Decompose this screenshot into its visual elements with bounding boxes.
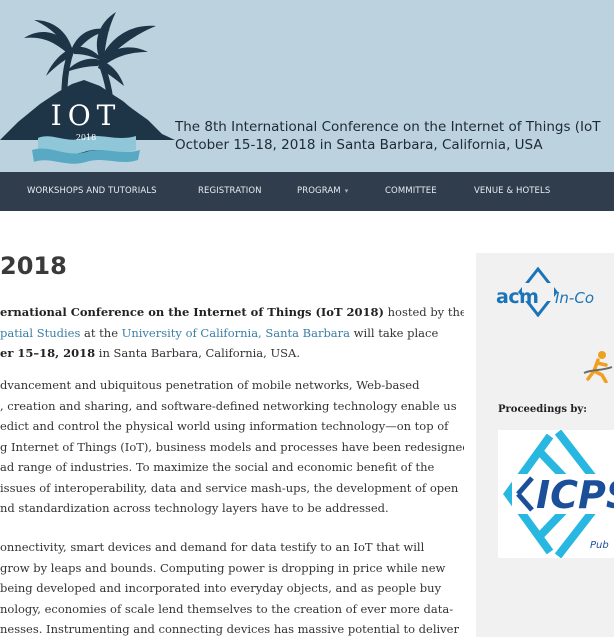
ucsb-link[interactable]: University of California, Santa Barbara xyxy=(122,326,350,340)
paragraph-line: nology, economies of scale lend themselv… xyxy=(0,601,454,616)
nav-label: COMMITTEE xyxy=(385,186,437,196)
icps-text: ICPS xyxy=(536,473,614,517)
paragraph-line: g Internet of Things (IoT), business mod… xyxy=(0,439,464,454)
iot-conference-logo[interactable]: IOT 2018 xyxy=(0,0,175,172)
in-cooperation-text: In-Co xyxy=(555,289,594,307)
conference-title-line1: The 8th International Conference on the … xyxy=(175,119,601,135)
nav-label: WORKSHOPS AND TUTORIALS xyxy=(27,186,157,196)
nav-registration[interactable]: REGISTRATION xyxy=(198,172,262,211)
nav-program[interactable]: PROGRAM ▾ xyxy=(297,172,348,211)
intro-text: in Santa Barbara, California, USA. xyxy=(95,346,300,360)
paragraph-line: , creation and sharing, and software-def… xyxy=(0,398,457,413)
conference-name: ernational Conference on the Internet of… xyxy=(0,305,384,319)
page-title: 2018 xyxy=(0,252,67,280)
conference-dates: er 15–18, 2018 xyxy=(0,346,96,360)
header-banner: IOT 2018 The 8th International Conferenc… xyxy=(0,0,614,172)
paragraph-line: onnectivity, smart devices and demand fo… xyxy=(0,540,425,554)
intro-text: will take place xyxy=(350,325,439,340)
sidebar: acm In-Co Proceedings by: ICPS Pub xyxy=(476,253,614,637)
intro-text: at the xyxy=(80,325,122,340)
paragraph-line: issues of interoperability, data and ser… xyxy=(0,480,459,495)
body-paragraph-2: dvancement and ubiquitous penetration of… xyxy=(0,375,464,519)
nav-label: VENUE & HOTELS xyxy=(474,186,551,196)
acm-text: acm xyxy=(496,286,539,308)
logo-year: 2018 xyxy=(76,133,96,142)
acm-in-cooperation-logo[interactable]: acm In-Co xyxy=(496,267,614,317)
icps-subtext: Pub xyxy=(590,540,609,551)
icps-logo[interactable]: ICPS Pub xyxy=(498,430,614,558)
nav-venue-hotels[interactable]: VENUE & HOTELS xyxy=(474,172,550,211)
nav-label: REGISTRATION xyxy=(198,186,262,196)
logo-text: IOT xyxy=(51,99,122,132)
chevron-down-icon: ▾ xyxy=(344,187,349,195)
runner-logo-icon[interactable] xyxy=(582,349,614,383)
intro-line: ernational Conference on the Internet of… xyxy=(0,302,464,323)
paragraph-line: nd standardization across technology lay… xyxy=(0,501,389,515)
conference-dates-line: October 15-18, 2018 in Santa Barbara, Ca… xyxy=(175,137,543,153)
paragraph-line: grow by leaps and bounds. Computing powe… xyxy=(0,560,446,575)
intro-line: er 15–18, 2018 in Santa Barbara, Califor… xyxy=(0,343,464,364)
intro-line: patial Studies at the University of Cali… xyxy=(0,323,464,344)
paragraph-line: nesses. Instrumenting and connecting dev… xyxy=(0,622,459,636)
intro-text: hosted by the xyxy=(383,305,464,319)
main-navigation: WORKSHOPS AND TUTORIALS REGISTRATION PRO… xyxy=(0,172,614,211)
paragraph-line: dvancement and ubiquitous penetration of… xyxy=(0,378,420,392)
spatial-studies-link[interactable]: patial Studies xyxy=(0,326,80,340)
icps-chevron-icon: ICPS Pub xyxy=(503,430,614,558)
paragraph-line: edict and control the physical world usi… xyxy=(0,419,449,433)
paragraph-line: ad range of industries. To maximize the … xyxy=(0,460,435,474)
nav-workshops-tutorials[interactable]: WORKSHOPS AND TUTORIALS xyxy=(27,172,157,211)
nav-committee[interactable]: COMMITTEE xyxy=(385,172,437,211)
nav-label: PROGRAM xyxy=(297,186,341,196)
conference-title: The 8th International Conference on the … xyxy=(175,118,601,154)
paragraph-line: being developed and incorporated into ev… xyxy=(0,581,442,595)
intro-paragraph: ernational Conference on the Internet of… xyxy=(0,302,464,364)
proceedings-label: Proceedings by: xyxy=(498,404,587,415)
body-paragraph-3: onnectivity, smart devices and demand fo… xyxy=(0,537,464,640)
